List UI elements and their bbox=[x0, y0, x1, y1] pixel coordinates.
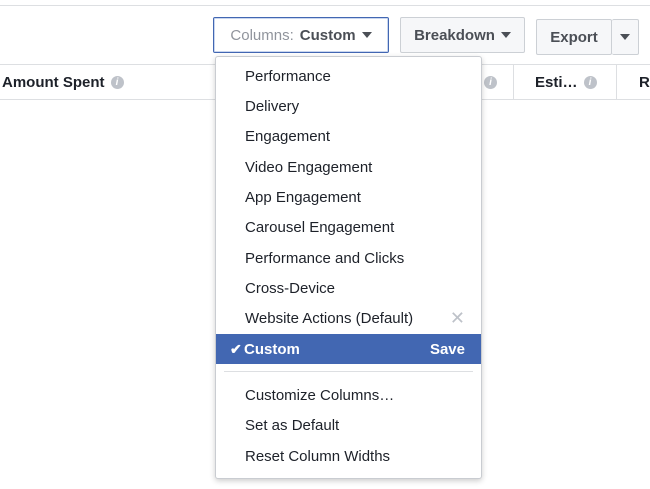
menu-item-label: Performance and Clicks bbox=[245, 249, 405, 267]
menu-item-label: Cross-Device bbox=[245, 279, 336, 297]
menu-divider bbox=[224, 371, 473, 372]
menu-item-delivery[interactable]: Delivery bbox=[216, 91, 481, 121]
menu-item-performance-and-clicks[interactable]: Performance and Clicks bbox=[216, 243, 481, 273]
column-header-label: Esti… bbox=[535, 73, 578, 91]
menu-item-custom-selected[interactable]: ✔ Custom Save bbox=[216, 334, 481, 364]
column-header-amount-spent[interactable]: Amount Spent i bbox=[2, 65, 124, 99]
info-icon[interactable]: i bbox=[110, 75, 124, 89]
menu-item-reset-column-widths[interactable]: Reset Column Widths bbox=[216, 441, 481, 471]
column-divider[interactable] bbox=[616, 65, 617, 99]
export-button[interactable]: Export bbox=[536, 19, 612, 55]
menu-item-label: Carousel Engagement bbox=[245, 218, 395, 236]
menu-item-app-engagement[interactable]: App Engagement bbox=[216, 182, 481, 212]
menu-item-carousel-engagement[interactable]: Carousel Engagement bbox=[216, 212, 481, 242]
column-divider[interactable] bbox=[513, 65, 514, 99]
column-header-label: R bbox=[639, 73, 650, 91]
info-icon[interactable]: i bbox=[583, 75, 597, 89]
menu-item-customize-columns[interactable]: Customize Columns… bbox=[216, 380, 481, 410]
menu-item-label: Reset Column Widths bbox=[245, 447, 391, 465]
menu-item-label: Video Engagement bbox=[245, 158, 373, 176]
export-options-button[interactable] bbox=[612, 19, 639, 55]
menu-item-label: Website Actions (Default) bbox=[245, 309, 414, 327]
menu-item-performance[interactable]: Performance bbox=[216, 61, 481, 91]
columns-value: Custom bbox=[299, 26, 356, 44]
close-icon[interactable]: ✕ bbox=[450, 308, 465, 329]
menu-item-label: App Engagement bbox=[245, 188, 361, 206]
breakdown-button[interactable]: Breakdown bbox=[400, 17, 525, 53]
caret-down-icon bbox=[620, 34, 630, 40]
menu-item-label: Custom bbox=[244, 340, 300, 358]
menu-item-set-as-default[interactable]: Set as Default bbox=[216, 410, 481, 440]
caret-down-icon bbox=[500, 32, 511, 38]
menu-item-label: Performance bbox=[245, 67, 331, 85]
info-icon[interactable]: i bbox=[484, 75, 497, 89]
menu-item-label: Engagement bbox=[245, 127, 331, 145]
menu-item-label: Customize Columns… bbox=[245, 386, 395, 404]
top-divider bbox=[0, 5, 650, 6]
export-label: Export bbox=[550, 28, 598, 46]
menu-item-label: Set as Default bbox=[245, 416, 340, 434]
menu-item-cross-device[interactable]: Cross-Device bbox=[216, 273, 481, 303]
caret-down-icon bbox=[361, 32, 372, 38]
menu-item-website-actions[interactable]: Website Actions (Default) ✕ bbox=[216, 303, 481, 333]
columns-dropdown-button[interactable]: Columns: Custom bbox=[213, 17, 389, 53]
breakdown-label: Breakdown bbox=[414, 26, 495, 44]
columns-dropdown-menu: Performance Delivery Engagement Video En… bbox=[215, 56, 482, 479]
menu-item-label: Delivery bbox=[245, 97, 300, 115]
menu-item-video-engagement[interactable]: Video Engagement bbox=[216, 152, 481, 182]
save-button[interactable]: Save bbox=[430, 341, 465, 358]
columns-prefix: Columns: bbox=[230, 26, 294, 44]
column-header-estimated[interactable]: Esti… i bbox=[535, 65, 597, 99]
menu-item-engagement[interactable]: Engagement bbox=[216, 121, 481, 151]
checkmark-icon: ✔ bbox=[230, 340, 242, 357]
column-header-truncated[interactable]: R bbox=[639, 65, 650, 99]
column-header-label: Amount Spent bbox=[2, 73, 105, 91]
